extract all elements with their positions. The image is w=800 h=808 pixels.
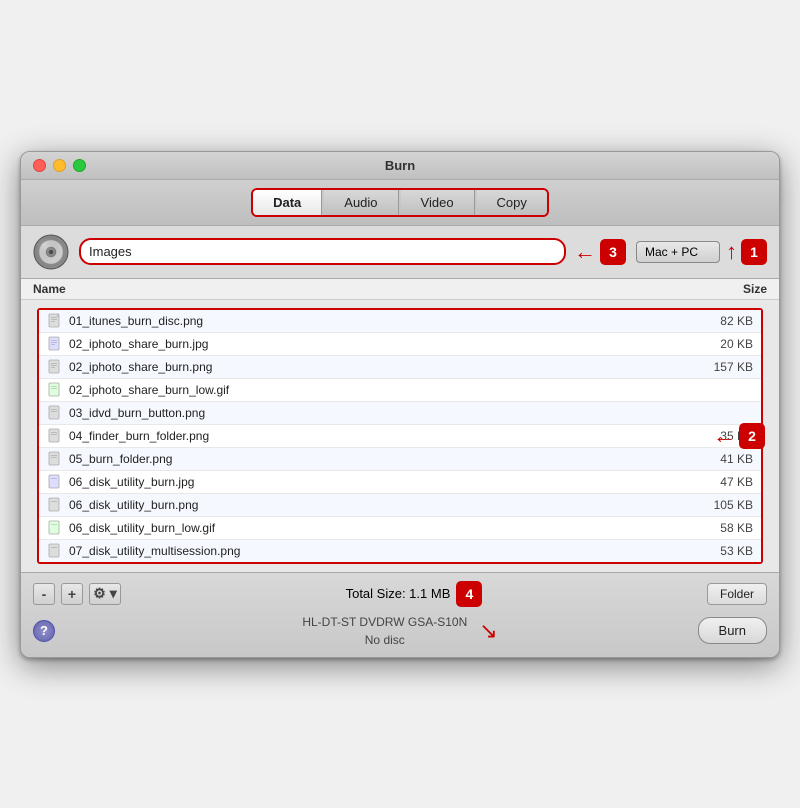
close-button[interactable] (33, 159, 46, 172)
file-name: 06_disk_utility_burn.png (69, 498, 683, 512)
file-icon (47, 428, 63, 444)
arrow-up-icon: ↑ (726, 241, 737, 263)
table-row[interactable]: 06_disk_utility_burn_low.gif 58 KB (39, 517, 761, 540)
tab-video[interactable]: Video (401, 190, 475, 215)
file-size: 20 KB (683, 337, 753, 351)
search-input[interactable] (79, 238, 566, 265)
window-controls (33, 159, 86, 172)
badge-1: 1 (741, 239, 767, 265)
disc-icon (33, 234, 69, 270)
burn-arrow-annotation: ↘ (479, 618, 497, 644)
file-list: 01_itunes_burn_disc.png 82 KB 02_iphoto_… (37, 308, 763, 564)
file-name: 02_iphoto_share_burn.png (69, 360, 683, 374)
file-name: 03_idvd_burn_button.png (69, 406, 683, 420)
badge-3: 3 (600, 239, 626, 265)
tab-data[interactable]: Data (253, 190, 322, 215)
file-size: 82 KB (683, 314, 753, 328)
drive-line2: No disc (302, 631, 467, 649)
search-section: ← 3 Mac + PC Mac Only PC Only ↑ 1 (21, 226, 779, 279)
add-button[interactable]: + (61, 583, 83, 605)
file-list-container: 01_itunes_burn_disc.png 82 KB 02_iphoto_… (21, 300, 779, 572)
file-size: 53 KB (683, 544, 753, 558)
table-row[interactable]: 03_idvd_burn_button.png (39, 402, 761, 425)
total-size-label: Total Size: 1.1 MB (346, 586, 451, 601)
bottom-bar: - + ⚙ ▾ Total Size: 1.1 MB 4 Folder ? HL… (21, 572, 779, 657)
file-name: 07_disk_utility_multisession.png (69, 544, 683, 558)
file-icon (47, 336, 63, 352)
table-row[interactable]: 07_disk_utility_multisession.png 53 KB (39, 540, 761, 562)
format-select[interactable]: Mac + PC Mac Only PC Only (636, 241, 720, 263)
file-size: 35 KB (683, 429, 753, 443)
tab-bar: Data Audio Video Copy (251, 188, 549, 217)
help-button[interactable]: ? (33, 620, 55, 642)
table-row[interactable]: 06_disk_utility_burn.jpg 47 KB (39, 471, 761, 494)
drive-info-row: ? HL-DT-ST DVDRW GSA-S10N No disc ↘ Burn (33, 613, 767, 649)
maximize-button[interactable] (73, 159, 86, 172)
table-row[interactable]: 02_iphoto_share_burn.png 157 KB (39, 356, 761, 379)
file-icon (47, 313, 63, 329)
format-area: Mac + PC Mac Only PC Only ↑ 1 (636, 239, 767, 265)
toolbar: Data Audio Video Copy (21, 180, 779, 226)
file-size: 41 KB (683, 452, 753, 466)
drive-info: HL-DT-ST DVDRW GSA-S10N No disc (302, 613, 467, 649)
annotation-3: ← 3 (574, 239, 626, 265)
table-row[interactable]: 01_itunes_burn_disc.png 82 KB (39, 310, 761, 333)
file-size: 58 KB (683, 521, 753, 535)
column-name-header: Name (33, 282, 687, 296)
tab-copy[interactable]: Copy (477, 190, 547, 215)
file-name: 05_burn_folder.png (69, 452, 683, 466)
file-name: 01_itunes_burn_disc.png (69, 314, 683, 328)
file-icon (47, 382, 63, 398)
drive-line1: HL-DT-ST DVDRW GSA-S10N (302, 613, 467, 631)
table-row[interactable]: 06_disk_utility_burn.png 105 KB (39, 494, 761, 517)
table-row[interactable]: 02_iphoto_share_burn_low.gif (39, 379, 761, 402)
title-bar: Burn (21, 152, 779, 180)
minimize-button[interactable] (53, 159, 66, 172)
file-size: 105 KB (683, 498, 753, 512)
file-name: 04_finder_burn_folder.png (69, 429, 683, 443)
file-size: 157 KB (683, 360, 753, 374)
total-size-area: Total Size: 1.1 MB 4 (127, 581, 701, 607)
folder-button[interactable]: Folder (707, 583, 767, 605)
bottom-controls: - + ⚙ ▾ Total Size: 1.1 MB 4 Folder (33, 581, 767, 607)
file-icon (47, 359, 63, 375)
gear-button[interactable]: ⚙ ▾ (89, 583, 121, 605)
file-name: 02_iphoto_share_burn.jpg (69, 337, 683, 351)
file-list-header: Name Size (21, 279, 779, 300)
arrow-right-icon: ↘ (479, 618, 497, 644)
burn-window: Burn Data Audio Video Copy (20, 151, 780, 658)
burn-button[interactable]: Burn (698, 617, 767, 644)
file-icon (47, 474, 63, 490)
table-row[interactable]: 04_finder_burn_folder.png 35 KB (39, 425, 761, 448)
window-title: Burn (385, 158, 415, 173)
file-icon (47, 405, 63, 421)
file-name: 02_iphoto_share_burn_low.gif (69, 383, 683, 397)
file-icon (47, 520, 63, 536)
arrow-left-icon: ← (574, 241, 596, 263)
column-size-header: Size (687, 282, 767, 296)
file-name: 06_disk_utility_burn.jpg (69, 475, 683, 489)
table-row[interactable]: 02_iphoto_share_burn.jpg 20 KB (39, 333, 761, 356)
file-icon (47, 497, 63, 513)
remove-button[interactable]: - (33, 583, 55, 605)
badge-4: 4 (456, 581, 482, 607)
annotation-1: ↑ 1 (726, 239, 767, 265)
annotation-4: 4 (456, 581, 482, 607)
file-size: 47 KB (683, 475, 753, 489)
tab-audio[interactable]: Audio (324, 190, 398, 215)
file-name: 06_disk_utility_burn_low.gif (69, 521, 683, 535)
file-icon (47, 451, 63, 467)
file-icon (47, 543, 63, 559)
table-row[interactable]: 05_burn_folder.png 41 KB (39, 448, 761, 471)
